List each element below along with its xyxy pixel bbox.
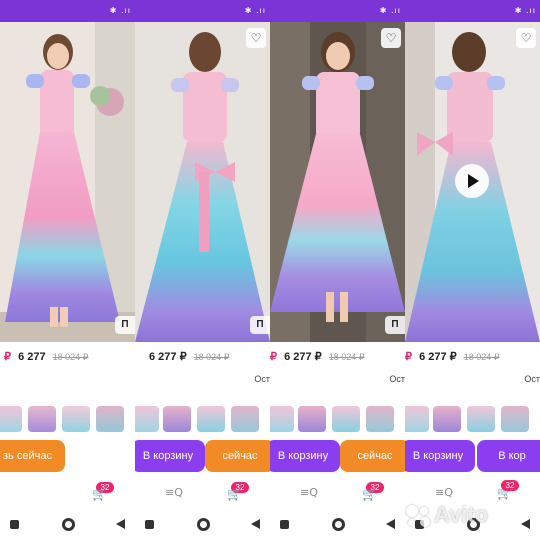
status-bar: ✱ .ıı <box>405 0 540 22</box>
thumbnail-strip[interactable] <box>0 406 135 432</box>
old-price: 18 024 ₽ <box>328 352 365 362</box>
status-icons: ✱ .ıı <box>109 6 131 15</box>
rest-label: Ост <box>524 374 540 384</box>
product-photo[interactable]: ♡ П <box>270 22 405 342</box>
thumbnail[interactable] <box>0 406 22 432</box>
price-row: 6 277 ₽ 18 024 ₽ <box>135 350 229 363</box>
price: 6 277 ₽ <box>284 351 322 363</box>
dress-photo-back <box>135 22 270 342</box>
rest-label: Ост <box>254 374 270 384</box>
back-icon[interactable] <box>116 519 125 529</box>
buy-now-button[interactable]: сейчас <box>205 440 270 472</box>
ruble-icon: ₽ <box>270 351 277 363</box>
bottom-nav: ≡Q <box>270 478 405 506</box>
cart-icon[interactable]: 🛒 <box>92 487 107 501</box>
watermark: Avito <box>434 502 489 527</box>
buy-now-button[interactable]: зь сейчас <box>0 440 65 472</box>
add-to-cart-button-2[interactable]: В кор <box>477 440 540 472</box>
thumbnail[interactable] <box>467 406 495 432</box>
product-photo[interactable]: ♡ <box>405 22 540 342</box>
price-row: ₽ 6 277 ₽ 18 024 ₽ <box>270 350 364 363</box>
thumbnail[interactable] <box>501 406 529 432</box>
price: 6 277 ₽ <box>149 351 187 363</box>
back-icon[interactable] <box>521 519 530 529</box>
product-photo[interactable]: ♡ П <box>135 22 270 342</box>
add-to-cart-button[interactable]: В корзину <box>270 440 340 472</box>
search-icon[interactable]: ≡Q <box>435 486 453 499</box>
photo-tag: П <box>385 316 405 334</box>
favorite-icon[interactable]: ♡ <box>516 28 536 48</box>
recents-icon[interactable] <box>10 520 19 529</box>
old-price: 18 024 ₽ <box>193 352 230 362</box>
home-icon[interactable] <box>197 518 210 531</box>
add-to-cart-button[interactable]: В корзину <box>135 440 205 472</box>
price-row: ₽ 6 277 18 024 ₽ <box>4 350 88 363</box>
thumbnail[interactable] <box>62 406 90 432</box>
rest-label: Ост <box>389 374 405 384</box>
ruble-icon: ₽ <box>4 351 11 363</box>
photo-tag: П <box>115 316 135 334</box>
cart-icon[interactable]: 🛒 <box>362 487 377 501</box>
bottom-nav: ≡Q <box>135 478 270 506</box>
status-bar: ✱ .ıı <box>135 0 270 22</box>
search-icon[interactable]: ≡Q <box>165 486 183 499</box>
status-bar: ✱ .ıı <box>0 0 135 22</box>
back-icon[interactable] <box>386 519 395 529</box>
thumbnail[interactable] <box>332 406 360 432</box>
screenshot-1: ✱ .ıı П ₽ 6 277 18 024 ₽ зь сейчас <box>0 0 135 540</box>
screenshot-4: ✱ .ıı ♡ ₽ 6 277 ₽ 18 024 ₽ Ост В корзину… <box>405 0 540 540</box>
thumbnail[interactable] <box>28 406 56 432</box>
product-photo[interactable]: П <box>0 22 135 342</box>
favorite-icon[interactable]: ♡ <box>381 28 401 48</box>
back-icon[interactable] <box>251 519 260 529</box>
thumbnail-strip[interactable] <box>270 406 405 432</box>
home-icon[interactable] <box>332 518 345 531</box>
avito-logo-icon <box>404 505 432 527</box>
old-price: 18 024 ₽ <box>52 352 89 362</box>
system-nav <box>135 512 270 538</box>
ruble-icon: ₽ <box>405 351 412 363</box>
price: 6 277 <box>18 351 46 363</box>
thumbnail[interactable] <box>163 406 191 432</box>
old-price: 18 024 ₽ <box>463 352 500 362</box>
thumbnail[interactable] <box>135 406 159 432</box>
price-row: ₽ 6 277 ₽ 18 024 ₽ <box>405 350 499 363</box>
cart-icon[interactable]: 🛒 <box>227 487 242 501</box>
thumbnail[interactable] <box>366 406 394 432</box>
system-nav <box>0 512 135 538</box>
thumbnail-strip[interactable] <box>135 406 270 432</box>
favorite-icon[interactable]: ♡ <box>246 28 266 48</box>
bottom-nav <box>0 478 135 506</box>
status-icons: ✱ .ıı <box>514 6 536 15</box>
dress-photo-front <box>0 22 135 342</box>
system-nav <box>270 512 405 538</box>
thumbnail[interactable] <box>231 406 259 432</box>
add-to-cart-button[interactable]: В корзину <box>405 440 475 472</box>
status-icons: ✱ .ıı <box>244 6 266 15</box>
dress-photo-front-2 <box>270 22 405 342</box>
thumbnail[interactable] <box>270 406 294 432</box>
recents-icon[interactable] <box>280 520 289 529</box>
home-icon[interactable] <box>62 518 75 531</box>
thumbnail[interactable] <box>96 406 124 432</box>
screenshot-2: ✱ .ıı ♡ П 6 277 ₽ 18 024 ₽ Ост В корзину… <box>135 0 270 540</box>
search-icon[interactable]: ≡Q <box>300 486 318 499</box>
photo-tag: П <box>250 316 270 334</box>
status-icons: ✱ .ıı <box>379 6 401 15</box>
thumbnail[interactable] <box>197 406 225 432</box>
thumbnail[interactable] <box>298 406 326 432</box>
thumbnail[interactable] <box>405 406 429 432</box>
buy-now-button[interactable]: сейчас <box>340 440 405 472</box>
status-bar: ✱ .ıı <box>270 0 405 22</box>
play-video-icon[interactable] <box>455 164 489 198</box>
thumbnail-strip[interactable] <box>405 406 540 432</box>
recents-icon[interactable] <box>145 520 154 529</box>
price: 6 277 ₽ <box>419 351 457 363</box>
thumbnail[interactable] <box>433 406 461 432</box>
cart-badge: 32 <box>501 480 519 491</box>
screenshot-3: ✱ .ıı ♡ П ₽ 6 277 ₽ 18 024 ₽ Ост В корзи… <box>270 0 405 540</box>
